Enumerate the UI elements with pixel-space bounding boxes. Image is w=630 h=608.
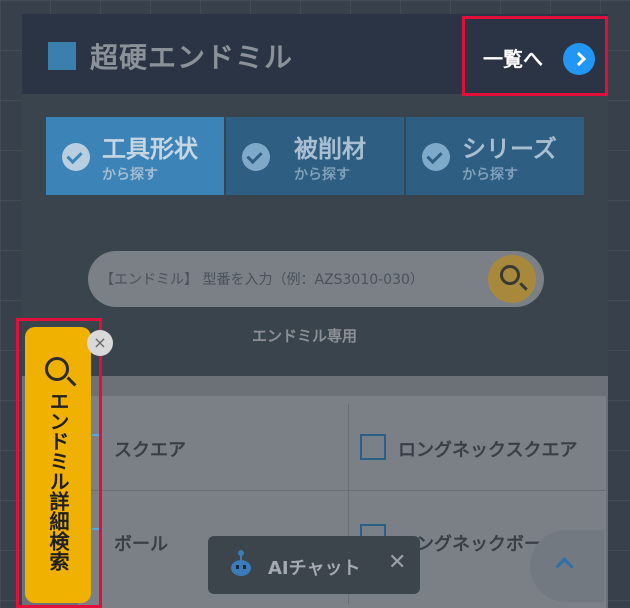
- checkbox[interactable]: [360, 434, 386, 460]
- search-mode-tabs: 工具形状 から探す 被削材 から探す シリーズ から探す: [46, 117, 584, 195]
- shape-option-square[interactable]: スクエア: [114, 436, 186, 462]
- shape-option-ball[interactable]: ボール: [114, 530, 168, 556]
- side-detail-search-highlight: エンドミル詳細検索 ×: [16, 318, 113, 608]
- list-link-button[interactable]: 一覧へ: [462, 16, 608, 96]
- detail-search-button[interactable]: エンドミル詳細検索: [25, 327, 91, 603]
- endmill-panel: 超硬エンドミル 一覧へ 工具形状 から探す 被削材 から探す シリーズ から探す…: [22, 14, 608, 608]
- tab-label: 被削材: [294, 135, 366, 163]
- detail-search-label: エンドミル詳細検索: [46, 391, 70, 571]
- check-circle-icon: [422, 143, 450, 171]
- divider: [78, 490, 606, 491]
- tab-material[interactable]: 被削材 から探す: [226, 117, 404, 195]
- tab-sublabel: から探す: [102, 167, 158, 183]
- search-button[interactable]: [488, 255, 536, 303]
- close-icon[interactable]: ×: [87, 330, 113, 356]
- search-input[interactable]: 【エンドミル】 型番を入力（例：AZS3010-030）: [100, 269, 424, 289]
- tab-series[interactable]: シリーズ から探す: [406, 117, 584, 195]
- check-circle-icon: [62, 143, 90, 171]
- close-icon[interactable]: ✕: [388, 550, 406, 575]
- page-title: 超硬エンドミル: [90, 41, 294, 74]
- scroll-top-button[interactable]: [530, 530, 604, 602]
- title-square-icon: [48, 42, 76, 70]
- tab-sublabel: から探す: [294, 167, 350, 183]
- search-icon: [45, 357, 69, 381]
- chevron-right-icon: [563, 43, 595, 75]
- list-link-label: 一覧へ: [483, 47, 543, 71]
- ai-chat-button[interactable]: AIチャット ✕: [208, 536, 420, 594]
- ai-chat-label: AIチャット: [268, 558, 361, 579]
- search-icon: [500, 265, 520, 285]
- robot-icon: [228, 550, 254, 580]
- shape-option-longneck-square[interactable]: ロングネックスクエア: [398, 436, 577, 462]
- search-note: エンドミル専用: [252, 327, 358, 345]
- tab-label: シリーズ: [462, 135, 557, 163]
- tab-sublabel: から探す: [462, 167, 518, 183]
- model-search-bar[interactable]: 【エンドミル】 型番を入力（例：AZS3010-030）: [88, 251, 544, 307]
- tab-label: 工具形状: [102, 135, 198, 163]
- tab-tool-shape[interactable]: 工具形状 から探す: [46, 117, 224, 195]
- check-circle-icon: [242, 143, 270, 171]
